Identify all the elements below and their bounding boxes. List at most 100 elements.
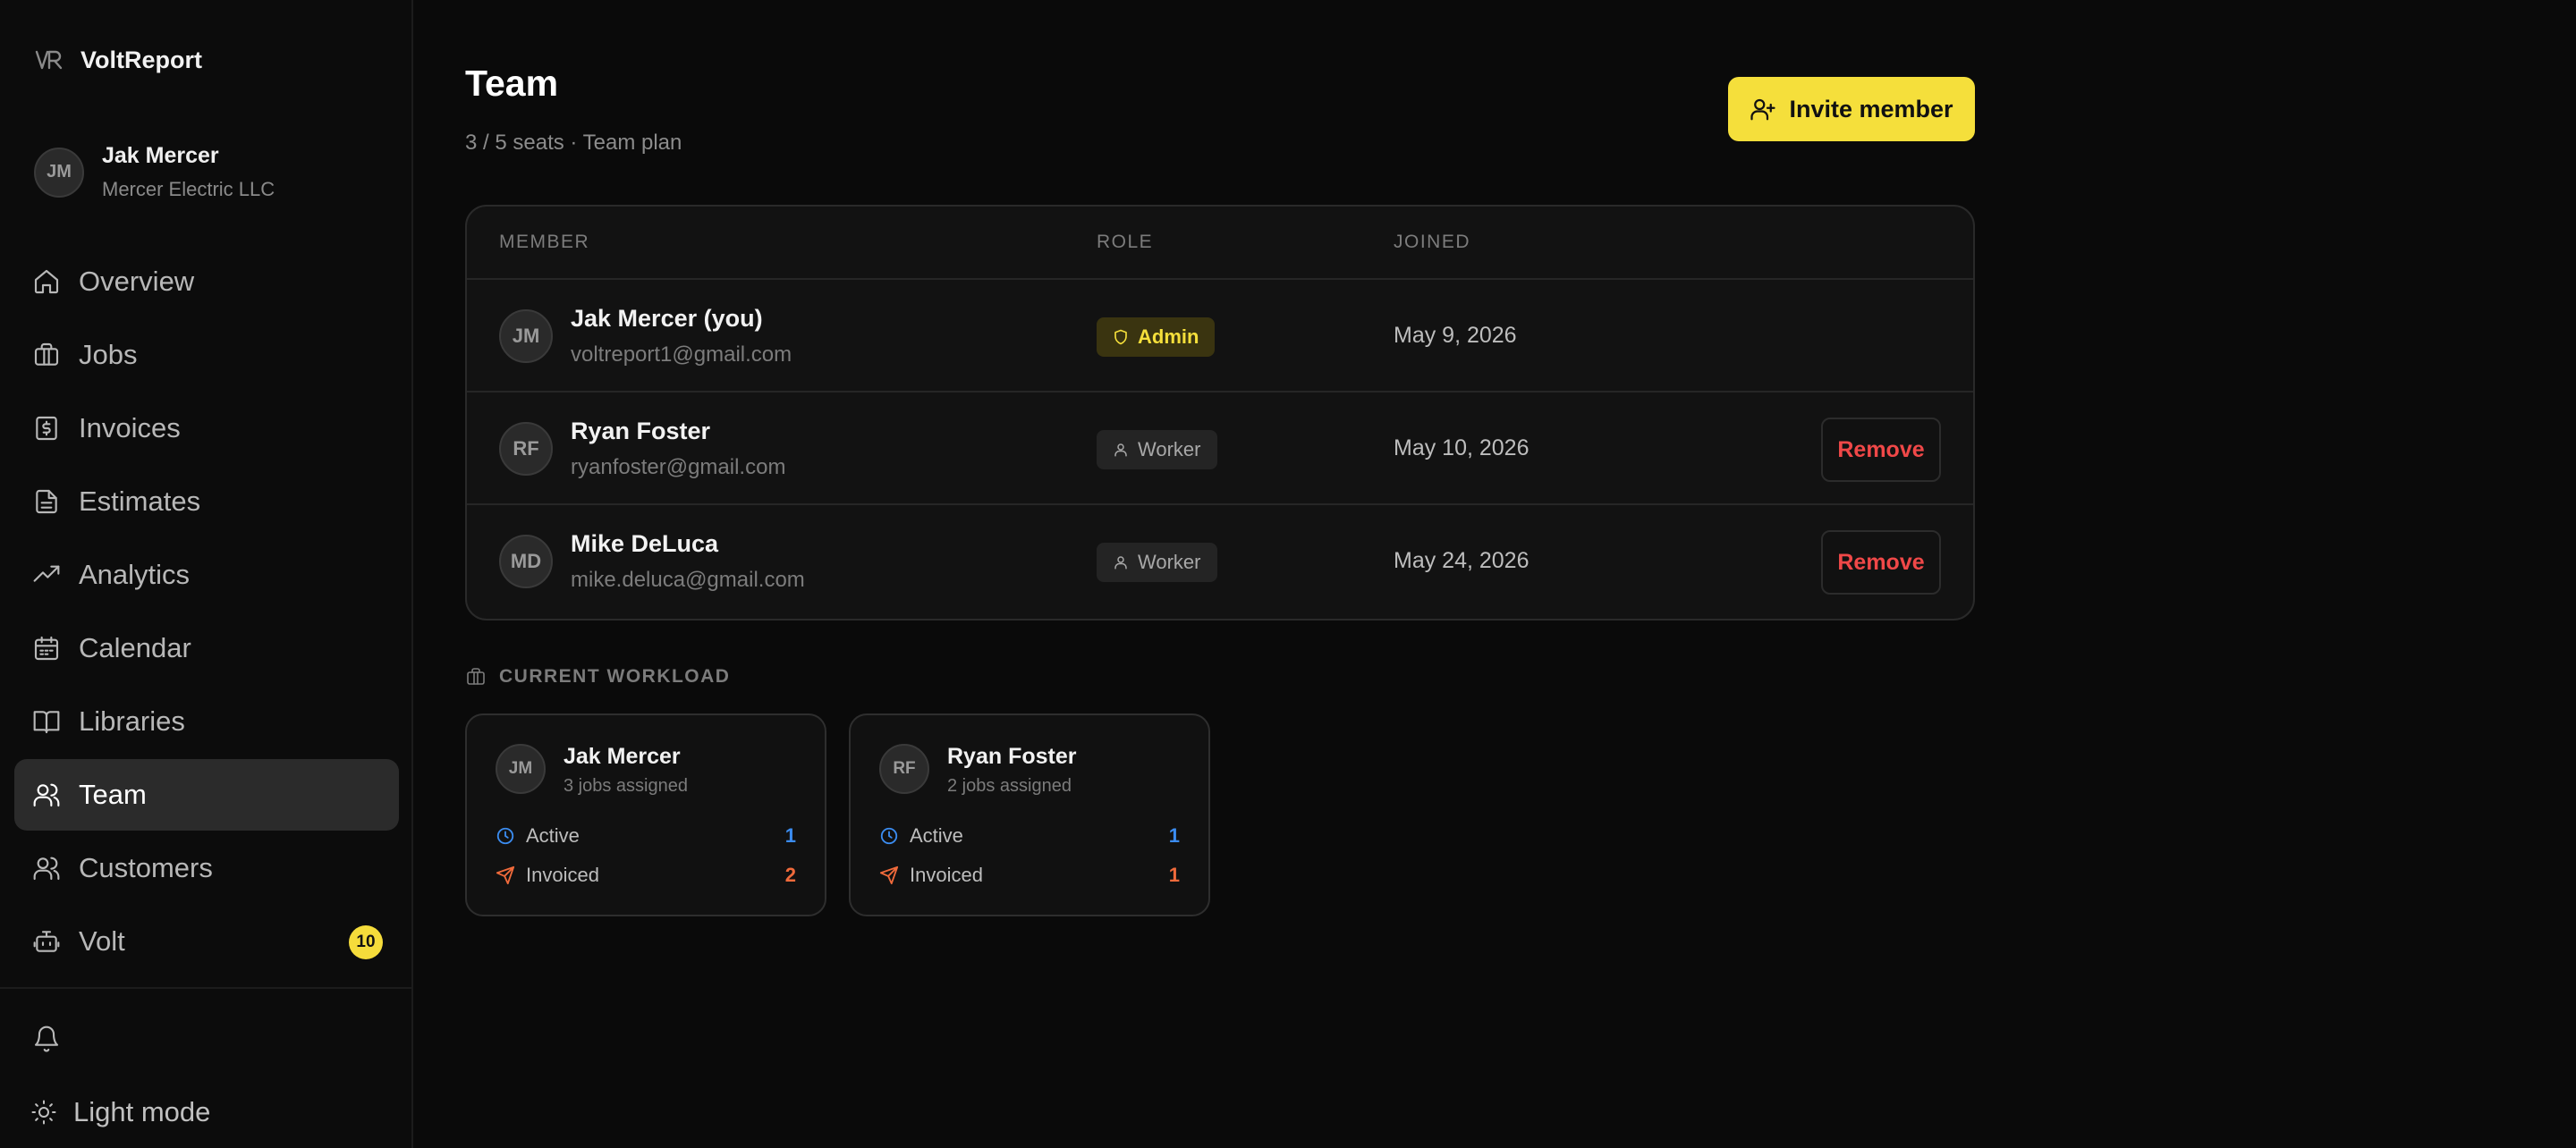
users-icon bbox=[33, 783, 60, 807]
send-icon bbox=[496, 865, 515, 885]
sidebar-item-invoices[interactable]: Invoices bbox=[14, 393, 399, 464]
role-badge: Worker bbox=[1097, 430, 1217, 469]
book-icon bbox=[33, 711, 60, 734]
sidebar-item-estimates[interactable]: Estimates bbox=[14, 466, 399, 537]
brand-name: VoltReport bbox=[80, 46, 202, 73]
invoiced-label: Invoiced bbox=[526, 864, 599, 886]
page-title: Team bbox=[465, 63, 559, 104]
table-row: MD Mike DeLuca mike.deluca@gmail.com Wor… bbox=[467, 505, 1973, 618]
clock-icon bbox=[880, 827, 898, 845]
active-label: Active bbox=[526, 824, 580, 847]
workload-card[interactable]: JM Jak Mercer 3 jobs assigned Active 1 I… bbox=[465, 713, 826, 916]
remove-member-button[interactable]: Remove bbox=[1821, 530, 1941, 595]
remove-member-button[interactable]: Remove bbox=[1821, 418, 1941, 482]
shield-icon bbox=[1114, 329, 1127, 345]
member-email: ryanfoster@gmail.com bbox=[571, 455, 786, 479]
brand[interactable]: VoltReport bbox=[34, 45, 202, 75]
sidebar-item-jobs[interactable]: Jobs bbox=[14, 319, 399, 391]
workload-card[interactable]: RF Ryan Foster 2 jobs assigned Active 1 … bbox=[849, 713, 1210, 916]
sidebar-item-label: Jobs bbox=[79, 339, 138, 370]
user-card[interactable]: JM Jak Mercer Mercer Electric LLC bbox=[34, 143, 275, 201]
sidebar-item-team[interactable]: Team bbox=[14, 759, 399, 831]
jobs-assigned: 2 jobs assigned bbox=[947, 776, 1072, 796]
calendar-icon bbox=[34, 636, 59, 661]
workload-label: CURRENT WORKLOAD bbox=[499, 666, 731, 687]
bot-icon bbox=[33, 931, 60, 952]
invoiced-label: Invoiced bbox=[910, 864, 983, 886]
sidebar-item-customers[interactable]: Customers bbox=[14, 832, 399, 904]
avatar: JM bbox=[496, 744, 546, 794]
role-badge: Worker bbox=[1097, 543, 1217, 582]
invite-member-label: Invite member bbox=[1789, 95, 1953, 122]
avatar: MD bbox=[499, 535, 553, 588]
sidebar-divider bbox=[0, 987, 411, 989]
table-header: MEMBER ROLE JOINED bbox=[467, 207, 1973, 280]
joined-date: May 9, 2026 bbox=[1394, 323, 1517, 348]
avatar: JM bbox=[34, 147, 84, 198]
avatar: RF bbox=[499, 422, 553, 476]
invoiced-count: 1 bbox=[1168, 864, 1180, 886]
home-icon bbox=[34, 269, 59, 294]
user-icon bbox=[1114, 443, 1127, 457]
sidebar-item-label: Estimates bbox=[79, 485, 201, 517]
sidebar-item-analytics[interactable]: Analytics bbox=[14, 539, 399, 611]
table-row: RF Ryan Foster ryanfoster@gmail.com Work… bbox=[467, 393, 1973, 505]
avatar: JM bbox=[499, 309, 553, 363]
member-email: mike.deluca@gmail.com bbox=[571, 568, 805, 592]
member-name: Jak Mercer (you) bbox=[571, 305, 763, 332]
invite-member-button[interactable]: Invite member bbox=[1728, 77, 1975, 141]
sun-icon bbox=[31, 1100, 56, 1125]
voltreport-logo-icon bbox=[35, 50, 63, 70]
member-email: voltreport1@gmail.com bbox=[571, 342, 792, 367]
briefcase-icon bbox=[467, 668, 485, 685]
users-icon bbox=[33, 857, 60, 881]
invoiced-jobs-row: Invoiced 2 bbox=[496, 864, 796, 887]
user-plus-icon bbox=[1750, 98, 1776, 121]
sidebar-item-label: Overview bbox=[79, 266, 195, 297]
sidebar-item-label: Analytics bbox=[79, 559, 191, 590]
role-label: Worker bbox=[1138, 438, 1201, 460]
workload-section-title: CURRENT WORKLOAD bbox=[465, 666, 730, 688]
table-row: JM Jak Mercer (you) voltreport1@gmail.co… bbox=[467, 280, 1973, 393]
sidebar-item-label: Calendar bbox=[79, 632, 191, 663]
invoice-dollar-icon bbox=[36, 416, 57, 441]
workload-member-name: Jak Mercer bbox=[564, 744, 681, 769]
briefcase-icon bbox=[34, 342, 59, 366]
column-header-member: MEMBER bbox=[499, 232, 590, 252]
member-name: Ryan Foster bbox=[571, 418, 711, 444]
user-icon bbox=[1114, 556, 1127, 570]
invoiced-count: 2 bbox=[784, 864, 796, 886]
active-count: 1 bbox=[784, 824, 796, 847]
sidebar-item-label: Customers bbox=[79, 852, 213, 883]
light-mode-toggle[interactable]: Light mode bbox=[30, 1096, 210, 1128]
sidebar-item-label: Volt bbox=[79, 925, 125, 957]
light-mode-label: Light mode bbox=[73, 1096, 211, 1127]
sidebar-item-overview[interactable]: Overview bbox=[14, 246, 399, 317]
role-badge: Admin bbox=[1097, 317, 1216, 357]
member-name: Mike DeLuca bbox=[571, 530, 719, 557]
document-icon bbox=[36, 489, 57, 514]
role-label: Worker bbox=[1138, 551, 1201, 573]
sidebar-item-libraries[interactable]: Libraries bbox=[14, 686, 399, 757]
bell-icon[interactable] bbox=[32, 1025, 61, 1053]
column-header-role: ROLE bbox=[1097, 232, 1154, 252]
user-company: Mercer Electric LLC bbox=[102, 178, 275, 200]
column-header-joined: JOINED bbox=[1394, 232, 1471, 252]
invoiced-jobs-row: Invoiced 1 bbox=[879, 864, 1180, 887]
workload-member-name: Ryan Foster bbox=[947, 744, 1077, 769]
seats-info: 3 / 5 seats · Team plan bbox=[465, 131, 682, 155]
joined-date: May 10, 2026 bbox=[1394, 435, 1530, 460]
team-table: MEMBER ROLE JOINED JM Jak Mercer (you) v… bbox=[465, 205, 1975, 620]
sidebar-item-label: Team bbox=[79, 779, 147, 810]
sidebar-item-calendar[interactable]: Calendar bbox=[14, 612, 399, 684]
active-count: 1 bbox=[1168, 824, 1180, 847]
active-jobs-row: Active 1 bbox=[879, 824, 1180, 848]
send-icon bbox=[879, 865, 899, 885]
jobs-assigned: 3 jobs assigned bbox=[564, 776, 688, 796]
clock-icon bbox=[496, 827, 514, 845]
sidebar-item-label: Libraries bbox=[79, 705, 185, 737]
sidebar-item-volt[interactable]: Volt 10 bbox=[14, 906, 399, 977]
notification-badge: 10 bbox=[349, 925, 383, 959]
role-label: Admin bbox=[1138, 325, 1199, 348]
avatar: RF bbox=[879, 744, 929, 794]
